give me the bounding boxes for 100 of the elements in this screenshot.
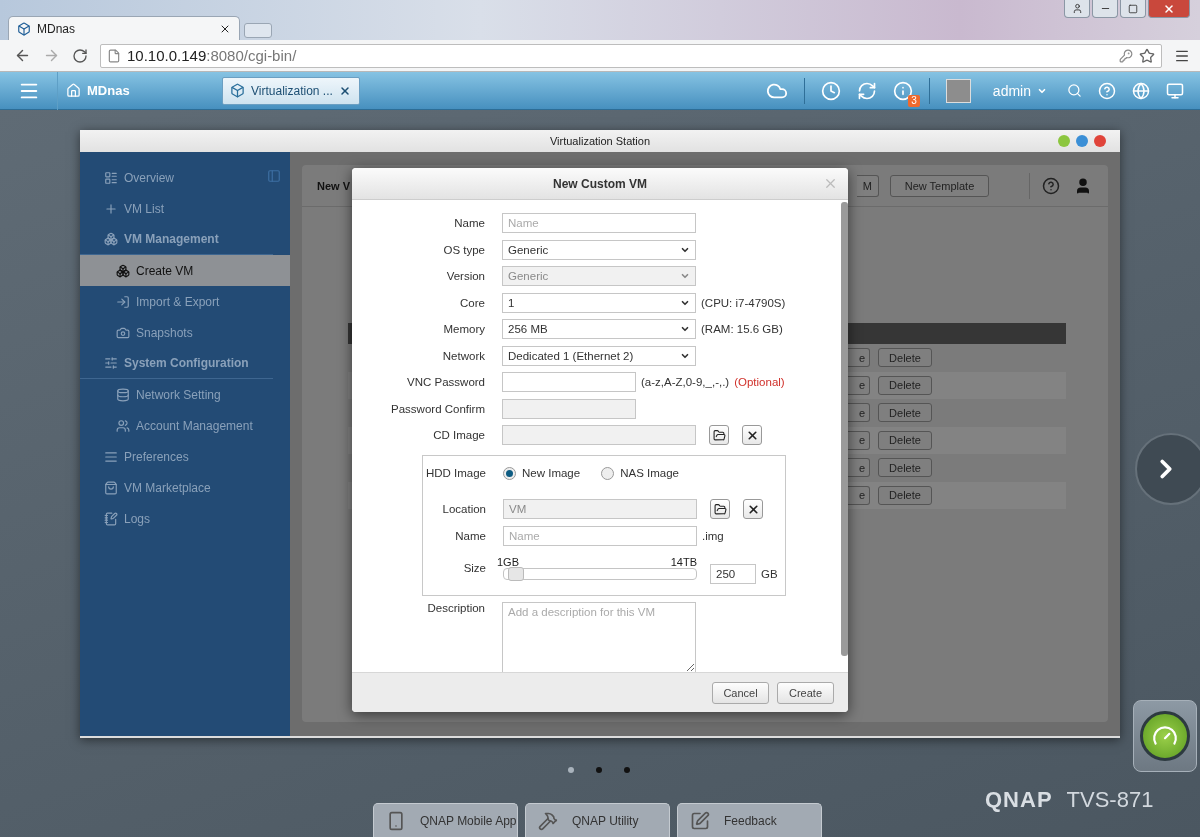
page-dot[interactable] <box>568 767 574 773</box>
field-label: VNC Password <box>406 376 485 388</box>
panel-icon[interactable] <box>267 169 281 183</box>
close-button[interactable] <box>1094 135 1106 147</box>
sidebar-item[interactable]: VM Marketplace <box>80 472 273 503</box>
clear-button[interactable] <box>743 499 763 519</box>
select-field[interactable]: 256 MB <box>502 319 696 339</box>
delete-button[interactable]: Delete <box>878 375 932 395</box>
close-icon <box>1163 2 1175 15</box>
row-button[interactable]: e <box>848 458 870 478</box>
file-extension: .img <box>702 529 724 542</box>
delete-button[interactable]: Delete <box>878 348 932 368</box>
select-field[interactable]: Generic <box>502 239 696 260</box>
user-icon <box>1071 3 1083 14</box>
globe-icon[interactable] <box>1132 81 1150 100</box>
description-field[interactable]: Add a description for this VM <box>502 601 696 672</box>
radio-button[interactable] <box>601 466 615 480</box>
size-field[interactable]: 250 <box>710 564 756 584</box>
slider-thumb[interactable] <box>507 567 524 581</box>
phone-icon <box>386 810 406 831</box>
create-button[interactable]: Create <box>777 681 834 704</box>
row-button[interactable]: e <box>848 403 870 423</box>
dialog-title: New Custom VM <box>553 176 647 191</box>
sidebar-item[interactable]: Overview <box>80 162 273 193</box>
monitor-icon[interactable] <box>1166 81 1184 100</box>
app-icon <box>17 21 31 36</box>
plus-icon <box>104 201 118 216</box>
scrollbar[interactable] <box>841 202 848 656</box>
text-field[interactable]: Name <box>502 213 696 233</box>
reload-icon[interactable] <box>72 47 88 64</box>
sidebar-item[interactable]: Preferences <box>80 441 273 472</box>
close-button[interactable] <box>1148 0 1190 18</box>
clock-icon[interactable] <box>820 80 841 101</box>
database-icon <box>116 387 130 402</box>
minimize-button[interactable] <box>1058 135 1070 147</box>
field-label: Version <box>445 270 485 282</box>
select-field[interactable]: 1 <box>502 292 696 313</box>
text-field[interactable]: Name <box>503 525 697 546</box>
row-button[interactable]: e <box>848 430 870 450</box>
slider-max-label: 14TB <box>670 556 697 568</box>
maximize-button[interactable] <box>1120 0 1146 18</box>
cancel-button[interactable]: Cancel <box>712 681 769 704</box>
clear-button[interactable] <box>742 425 762 445</box>
delete-button[interactable]: Delete <box>878 403 932 423</box>
field-label: HDD Image <box>424 467 486 479</box>
slider-track[interactable] <box>503 568 697 580</box>
sidebar-item[interactable]: Account Management <box>80 410 273 441</box>
delete-button[interactable]: Delete <box>878 485 932 505</box>
dock-tab[interactable]: QNAP Mobile App <box>373 803 518 837</box>
page-dot[interactable] <box>596 767 602 773</box>
user-icon[interactable] <box>1074 176 1092 195</box>
sidebar-item[interactable]: Logs <box>80 503 273 534</box>
new-tab-button[interactable] <box>244 23 272 38</box>
sidebar-item[interactable]: Network Setting <box>80 379 273 410</box>
help-icon[interactable] <box>1042 176 1060 195</box>
import-icon <box>116 294 130 309</box>
row-button[interactable]: e <box>848 348 870 368</box>
app-tab[interactable]: Virtualization ... <box>222 76 360 105</box>
browse-button[interactable] <box>710 499 730 519</box>
sidebar-item[interactable]: Import & Export <box>80 286 273 317</box>
row-button[interactable]: e <box>848 485 870 505</box>
dock-tab[interactable]: Feedback <box>677 803 822 837</box>
search-icon[interactable] <box>1067 83 1082 98</box>
password-field[interactable] <box>502 372 636 392</box>
page-dot[interactable] <box>624 767 630 773</box>
maximize-button[interactable] <box>1076 135 1088 147</box>
radio-button[interactable] <box>503 466 516 480</box>
star-icon[interactable] <box>1139 47 1155 64</box>
select-field[interactable]: Dedicated 1 (Ethernet 2) <box>502 345 696 366</box>
radio-option[interactable]: New Image <box>503 466 581 480</box>
profile-button[interactable] <box>1064 0 1090 18</box>
back-icon[interactable] <box>14 47 31 64</box>
delete-button[interactable]: Delete <box>878 458 932 478</box>
row-button[interactable]: e <box>848 375 870 395</box>
sidebar-item[interactable]: Create VM <box>80 255 290 286</box>
close-icon[interactable] <box>338 84 351 97</box>
notification-badge: 3 <box>908 94 920 107</box>
dock-tab[interactable]: QNAP Utility <box>525 803 670 837</box>
browser-tab[interactable]: MDnas <box>8 16 240 40</box>
browse-button[interactable] <box>709 425 729 445</box>
sidebar-item[interactable]: Snapshots <box>80 317 273 348</box>
forward-icon[interactable] <box>43 47 60 64</box>
info-icon[interactable] <box>892 80 913 101</box>
home-link[interactable]: MDnas <box>58 83 222 98</box>
hammer-icon <box>538 810 558 831</box>
toolbar-button[interactable]: M <box>857 174 879 197</box>
dashboard-widget[interactable] <box>1133 700 1197 772</box>
sidebar-item[interactable]: System Configuration <box>80 348 273 379</box>
close-icon <box>745 428 759 442</box>
toolbar-button[interactable]: New Template <box>890 174 989 197</box>
minimize-button[interactable] <box>1092 0 1118 18</box>
sidebar-item[interactable]: VM List <box>80 193 273 224</box>
url-field[interactable]: 10.10.0.149:8080/cgi-bin/ <box>100 43 1162 68</box>
sync-icon[interactable] <box>856 80 877 101</box>
key-icon[interactable] <box>1119 48 1133 63</box>
avatar-placeholder <box>945 78 971 103</box>
user-menu[interactable]: admin <box>992 82 1047 99</box>
delete-button[interactable]: Delete <box>878 430 932 450</box>
radio-option[interactable]: NAS Image <box>601 466 679 480</box>
field-label: Password Confirm <box>390 402 485 415</box>
